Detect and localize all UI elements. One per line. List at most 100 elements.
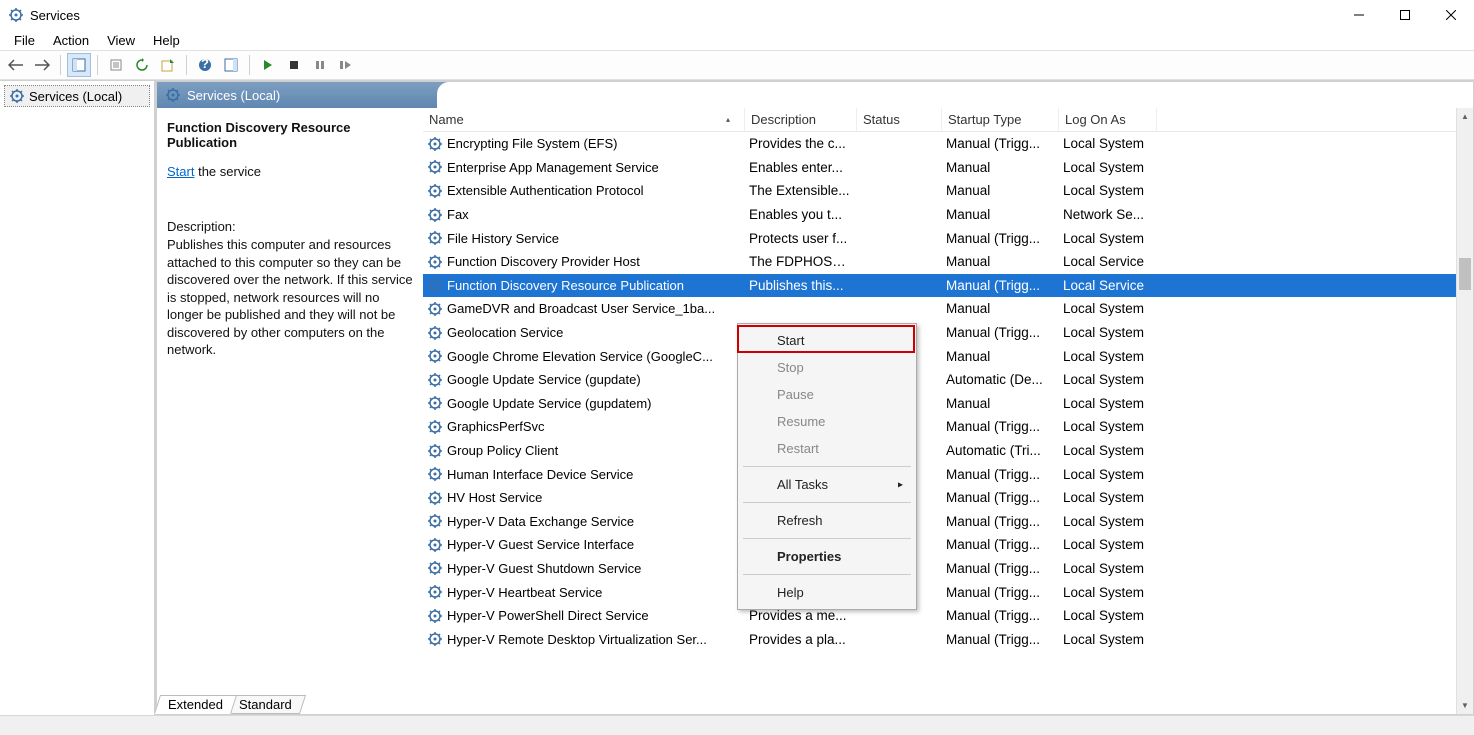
menu-file[interactable]: File [6,31,43,50]
back-button[interactable] [4,53,28,77]
cell-logon: Local System [1059,585,1157,600]
table-row[interactable]: Function Discovery Provider HostThe FDPH… [423,250,1473,274]
table-row[interactable]: Google Update Service (gupdatem)ManualLo… [423,392,1473,416]
restart-service-button[interactable] [334,53,358,77]
stop-service-button[interactable] [282,53,306,77]
context-menu-item-properties[interactable]: Properties [741,543,913,570]
table-row[interactable]: Hyper-V Remote Desktop Virtualization Se… [423,627,1473,651]
maximize-button[interactable] [1382,0,1428,30]
cell-name: Extensible Authentication Protocol [423,183,745,199]
selected-service-name: Function Discovery Resource Publication [167,120,415,150]
table-row[interactable]: Hyper-V Heartbeat ServiceMonitors the ..… [423,580,1473,604]
cell-name: HV Host Service [423,490,745,506]
context-menu-item-help[interactable]: Help [741,579,913,606]
cell-startup: Manual (Trigg... [942,278,1059,293]
table-row[interactable]: GraphicsPerfSvcManual (Trigg...Local Sys… [423,415,1473,439]
cell-logon: Local System [1059,443,1157,458]
tab-standard[interactable]: Standard [225,695,306,714]
menu-action[interactable]: Action [45,31,97,50]
content-title: Services (Local) [187,88,280,103]
cell-description: Protects user f... [745,231,857,246]
minimize-button[interactable] [1336,0,1382,30]
cell-logon: Local System [1059,301,1157,316]
export-list-button[interactable] [156,53,180,77]
tab-extended[interactable]: Extended [154,695,237,714]
table-row[interactable]: HV Host ServiceManual (Trigg...Local Sys… [423,486,1473,510]
table-row[interactable]: Enterprise App Management ServiceEnables… [423,156,1473,180]
titlebar: Services [0,0,1474,30]
properties-button[interactable] [104,53,128,77]
cell-name: Google Chrome Elevation Service (GoogleC… [423,348,745,364]
context-menu-item-restart: Restart [741,435,913,462]
col-header-name[interactable]: Name▴ [423,108,745,131]
start-service-button[interactable] [256,53,280,77]
cell-name: Enterprise App Management Service [423,159,745,175]
cell-startup: Manual (Trigg... [942,585,1059,600]
cell-logon: Local System [1059,349,1157,364]
refresh-button[interactable] [130,53,154,77]
col-header-status[interactable]: Status [857,108,942,131]
cell-name: Geolocation Service [423,325,745,341]
table-row[interactable]: File History ServiceProtects user f...Ma… [423,226,1473,250]
cell-logon: Local System [1059,537,1157,552]
context-menu-item-start[interactable]: Start [741,327,913,354]
context-menu-item-stop: Stop [741,354,913,381]
menu-help[interactable]: Help [145,31,188,50]
table-row[interactable]: Hyper-V PowerShell Direct ServiceProvide… [423,604,1473,628]
services-list: Name▴ Description Status Startup Type Lo… [423,108,1473,714]
cell-startup: Manual [942,301,1059,316]
table-row[interactable]: Hyper-V Data Exchange ServiceManual (Tri… [423,510,1473,534]
table-row[interactable]: Google Chrome Elevation Service (GoogleC… [423,344,1473,368]
cell-name: Hyper-V Guest Service Interface [423,537,745,553]
description-text: Publishes this computer and resources at… [167,236,415,359]
start-service-link[interactable]: Start [167,164,194,179]
table-row[interactable]: Group Policy ClientgAutomatic (Tri...Loc… [423,439,1473,463]
cell-description: Enables enter... [745,160,857,175]
col-header-startup-type[interactable]: Startup Type [942,108,1059,131]
context-menu-item-pause: Pause [741,381,913,408]
table-row[interactable]: Hyper-V Guest Service InterfaceManual (T… [423,533,1473,557]
table-row[interactable]: Hyper-V Guest Shutdown ServiceManual (Tr… [423,557,1473,581]
close-button[interactable] [1428,0,1474,30]
cell-description: The Extensible... [745,183,857,198]
vertical-scrollbar[interactable]: ▲ ▼ [1456,108,1473,714]
table-row[interactable]: FaxEnables you t...ManualNetwork Se... [423,203,1473,227]
col-header-description[interactable]: Description [745,108,857,131]
cell-logon: Local Service [1059,254,1157,269]
table-row[interactable]: Extensible Authentication ProtocolThe Ex… [423,179,1473,203]
context-menu-item-all-tasks[interactable]: All Tasks▸ [741,471,913,498]
gear-icon [427,395,443,411]
scroll-thumb[interactable] [1459,258,1471,290]
table-row[interactable]: Google Update Service (gupdate)Automatic… [423,368,1473,392]
cell-logon: Local System [1059,160,1157,175]
table-row[interactable]: Encrypting File System (EFS)Provides the… [423,132,1473,156]
table-row[interactable]: Human Interface Device ServiceManual (Tr… [423,462,1473,486]
gear-icon [427,159,443,175]
cell-name: Function Discovery Resource Publication [423,277,745,293]
show-hide-action-pane-button[interactable] [219,53,243,77]
cell-name: GameDVR and Broadcast User Service_1ba..… [423,301,745,317]
forward-button[interactable] [30,53,54,77]
nav-services-local[interactable]: Services (Local) [4,85,150,107]
gear-icon [427,466,443,482]
cell-name: Google Update Service (gupdate) [423,372,745,388]
table-row[interactable]: GameDVR and Broadcast User Service_1ba..… [423,297,1473,321]
cell-startup: Manual (Trigg... [942,514,1059,529]
cell-description: Provides a pla... [745,632,857,647]
help-button[interactable]: ? [193,53,217,77]
col-header-log-on-as[interactable]: Log On As [1059,108,1157,131]
show-hide-console-tree-button[interactable] [67,53,91,77]
table-row[interactable]: Geolocation ServicegManual (Trigg...Loca… [423,321,1473,345]
submenu-arrow-icon: ▸ [898,479,903,490]
cell-startup: Manual (Trigg... [942,136,1059,151]
cell-name: GraphicsPerfSvc [423,419,745,435]
cell-name: Function Discovery Provider Host [423,254,745,270]
scroll-down-icon[interactable]: ▼ [1457,697,1473,714]
menu-view[interactable]: View [99,31,143,50]
window-title: Services [30,8,1336,23]
pause-service-button[interactable] [308,53,332,77]
cell-name: Group Policy Client [423,443,745,459]
scroll-up-icon[interactable]: ▲ [1457,108,1473,125]
context-menu-item-refresh[interactable]: Refresh [741,507,913,534]
table-row[interactable]: Function Discovery Resource PublicationP… [423,274,1473,298]
